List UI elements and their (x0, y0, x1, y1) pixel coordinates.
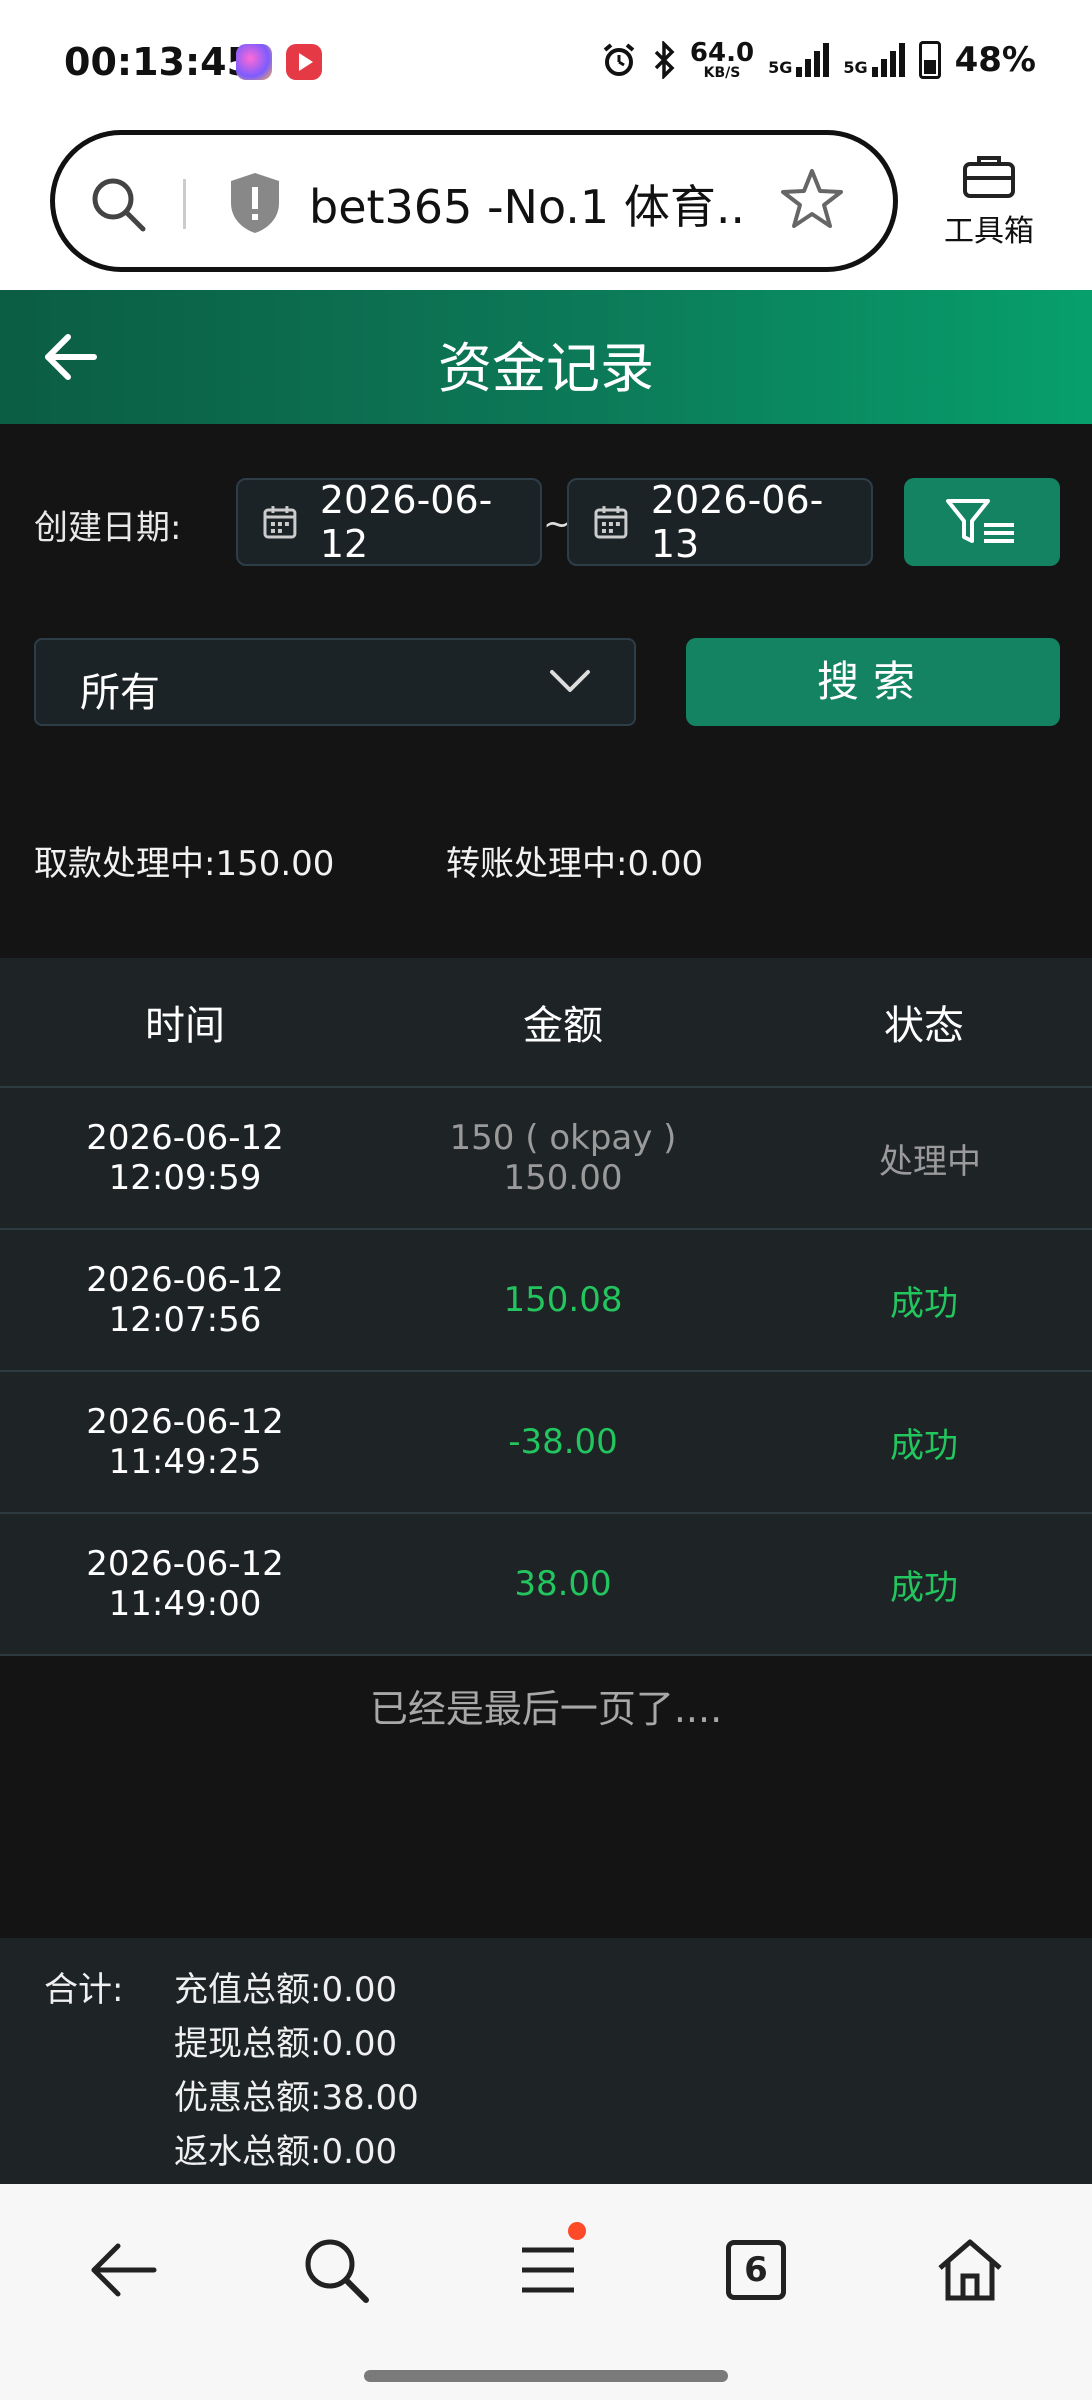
row-time: 2026-06-12 11:49:25 (86, 1402, 284, 1482)
row-status: 成功 (890, 1425, 958, 1466)
search-button[interactable]: 搜索 (686, 638, 1060, 726)
browser-bottom-nav: 6 (0, 2184, 1092, 2400)
page-title: 资金记录 (438, 337, 654, 400)
signal-2: 5G (843, 43, 905, 77)
alarm-icon (603, 43, 635, 76)
date-to-value: 2026-06-13 (650, 478, 824, 566)
chevron-down-icon (550, 670, 590, 692)
totals-label: 合计: (44, 1970, 124, 2010)
end-of-list-note: 已经是最后一页了.... (369, 1687, 723, 1731)
status-bar: 00:13:45 64.0 KB/S 5G 5G 48% (0, 0, 1092, 130)
table-row[interactable]: 2026-06-12 11:49:25 -38.00 成功 (0, 1372, 1092, 1514)
battery-icon (918, 41, 941, 79)
type-select[interactable]: 所有 (34, 638, 636, 726)
divider (183, 179, 186, 229)
column-header-status: 状态 (884, 1003, 964, 1049)
row-time: 2026-06-12 12:09:59 (86, 1118, 284, 1198)
bluetooth-icon (654, 41, 675, 79)
search-icon[interactable] (300, 2234, 372, 2306)
row-amount: -38.00 (508, 1422, 618, 1462)
date-from-value: 2026-06-12 (319, 478, 493, 566)
withdraw-pending: 取款处理中:150.00 (34, 844, 335, 884)
row-amount: 150 ( okpay ) 150.00 (449, 1118, 677, 1198)
filter-icon (946, 499, 1014, 543)
row-amount: 150.08 (503, 1280, 623, 1320)
signal-1: 5G (768, 43, 830, 77)
address-bar[interactable]: bet365 -No.1 体育... (50, 130, 898, 272)
table-header: 时间 金额 状态 (0, 958, 1092, 1088)
filter-panel: 创建日期: 2026-06-12 ~ 2026-06-13 所有 搜索 取款处理… (0, 424, 1092, 958)
date-from-picker[interactable]: 2026-06-12 (236, 478, 542, 566)
calendar-icon (263, 506, 297, 539)
row-status: 成功 (890, 1567, 958, 1608)
notification-dot (568, 2222, 586, 2240)
menu-icon (522, 2247, 574, 2293)
total-bonus: 优惠总额:38.00 (174, 2078, 419, 2118)
row-status: 成功 (890, 1283, 958, 1324)
url-text[interactable]: bet365 -No.1 体育... (309, 171, 749, 237)
status-right-icons: 64.0 KB/S 5G 5G 48% (600, 40, 1036, 80)
calendar-icon (594, 506, 628, 539)
table-row[interactable]: 2026-06-12 12:09:59 150 ( okpay ) 150.00… (0, 1088, 1092, 1230)
toolbox-button[interactable]: 工具箱 (934, 150, 1044, 250)
total-withdraw: 提现总额:0.00 (174, 2024, 398, 2064)
gesture-bar[interactable] (364, 2370, 728, 2382)
filter-button[interactable] (904, 478, 1060, 566)
app-header: 资金记录 (0, 290, 1092, 424)
notification-icons (236, 44, 322, 80)
transfer-pending: 转账处理中:0.00 (446, 844, 704, 884)
toolbox-label: 工具箱 (944, 214, 1034, 249)
back-icon[interactable] (88, 2234, 160, 2306)
row-amount: 38.00 (514, 1564, 612, 1604)
signal-bars-icon (796, 43, 830, 77)
tab-count-icon: 6 (726, 2240, 786, 2300)
total-deposit: 充值总额:0.00 (174, 1970, 398, 2010)
status-time: 00:13:45 (64, 40, 254, 84)
video-app-icon (286, 44, 322, 80)
type-select-value: 所有 (80, 670, 160, 716)
column-header-amount: 金额 (523, 1003, 603, 1049)
date-to-picker[interactable]: 2026-06-13 (567, 478, 873, 566)
totals-list: 充值总额:0.00 提现总额:0.00 优惠总额:38.00 返水总额:0.00 (174, 1962, 419, 2178)
menu-button[interactable] (512, 2222, 586, 2306)
table-row[interactable]: 2026-06-12 11:49:00 38.00 成功 (0, 1514, 1092, 1656)
table-row[interactable]: 2026-06-12 12:07:56 150.08 成功 (0, 1230, 1092, 1372)
browser-bar: bet365 -No.1 体育... 工具箱 (0, 130, 1092, 290)
column-header-time: 时间 (145, 1003, 225, 1049)
battery-percent: 48% (954, 40, 1036, 80)
bookmark-star-icon[interactable] (777, 165, 847, 235)
row-time: 2026-06-12 11:49:00 (86, 1544, 284, 1624)
total-rebate: 返水总额:0.00 (174, 2132, 398, 2172)
tabs-button[interactable]: 6 (726, 2240, 786, 2300)
home-icon[interactable] (934, 2234, 1006, 2306)
row-time: 2026-06-12 12:07:56 (86, 1260, 284, 1340)
signal-bars-icon (871, 43, 905, 77)
date-label: 创建日期: (34, 508, 182, 548)
row-status: 处理中 (879, 1141, 981, 1182)
totals-panel: 合计: 充值总额:0.00 提现总额:0.00 优惠总额:38.00 返水总额:… (0, 1938, 1092, 2184)
palette-app-icon (236, 44, 272, 80)
shield-icon[interactable] (225, 169, 285, 237)
toolbox-icon (963, 156, 1015, 198)
search-icon[interactable] (87, 173, 151, 237)
records-table: 时间 金额 状态 2026-06-12 12:09:59 150 ( okpay… (0, 958, 1092, 1733)
net-speed: 64.0 KB/S (689, 38, 755, 81)
